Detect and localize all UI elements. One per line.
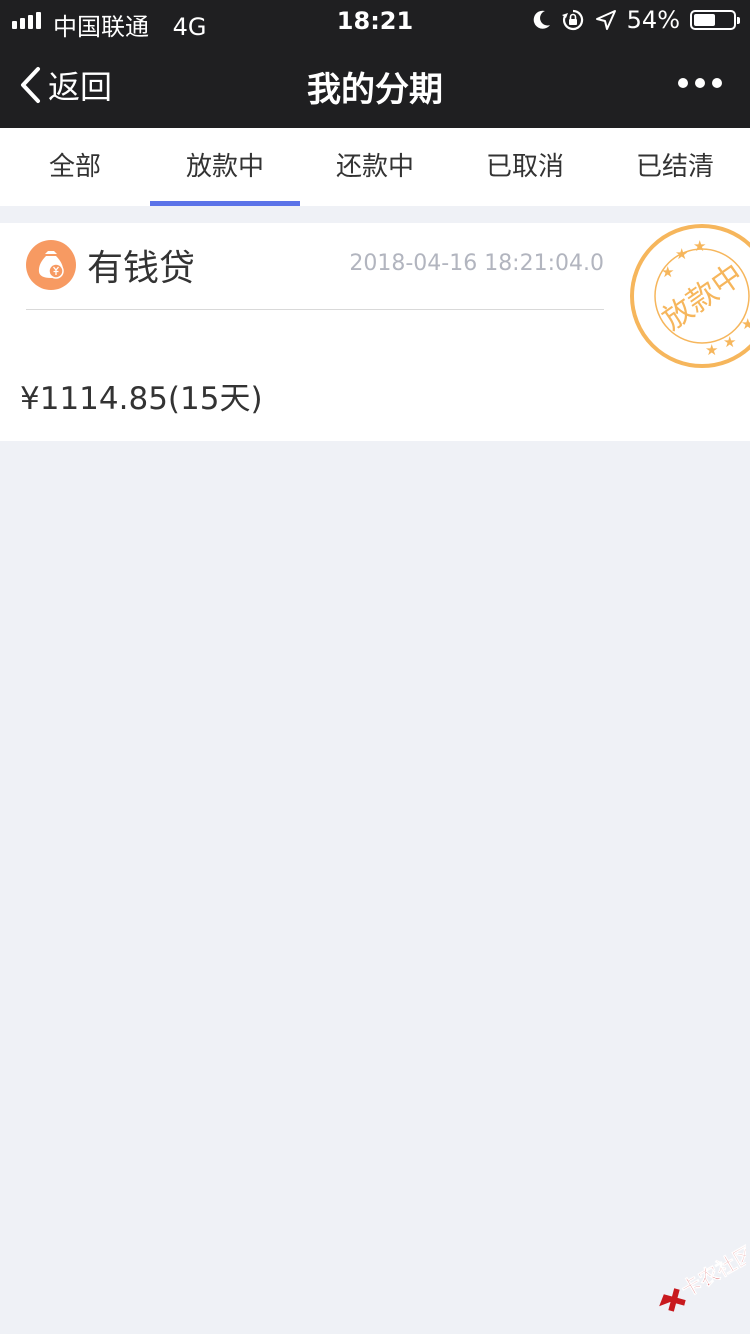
rotation-lock-icon — [561, 9, 583, 31]
tab-cancelled[interactable]: 已取消 — [450, 128, 600, 206]
tab-settled[interactable]: 已结清 — [600, 128, 750, 206]
svg-text:★: ★ — [675, 245, 688, 263]
divider — [26, 309, 604, 310]
tab-all[interactable]: 全部 — [0, 128, 150, 206]
status-bar: 中国联通 4G 18:21 54% — [0, 0, 750, 44]
svg-text:★: ★ — [705, 341, 718, 359]
watermark-logo: 卡农社区 — [659, 1241, 746, 1312]
status-indicators: 54% — [533, 6, 740, 34]
more-dot-icon — [678, 78, 688, 88]
tab-disbursing[interactable]: 放款中 — [150, 128, 300, 206]
tab-bar: 全部 放款中 还款中 已取消 已结清 — [0, 128, 750, 206]
loan-card[interactable]: 有钱贷 2018-04-16 18:21:04.0 ¥1114.85(15天) … — [0, 223, 750, 441]
product-name: 有钱贷 — [87, 248, 196, 289]
svg-text:★: ★ — [661, 263, 674, 281]
battery-icon — [690, 10, 740, 30]
svg-text:★: ★ — [741, 315, 750, 333]
more-dot-icon — [712, 78, 722, 88]
money-bag-icon — [26, 240, 76, 290]
moon-icon — [533, 10, 550, 29]
watermark-text: 卡农社区 — [677, 1241, 746, 1302]
loan-amount: ¥1114.85(15天) — [20, 381, 263, 417]
status-stamp: ★ ★ ★ ★ ★ ★ 放款中 — [630, 224, 750, 368]
page-title: 我的分期 — [307, 70, 443, 110]
battery-percent: 54% — [626, 6, 680, 34]
nav-bar: 返回 我的分期 — [0, 44, 750, 128]
svg-text:★: ★ — [693, 237, 706, 255]
more-dot-icon — [695, 78, 705, 88]
more-button[interactable] — [678, 78, 722, 88]
location-arrow-icon — [595, 10, 616, 30]
tab-repaying[interactable]: 还款中 — [300, 128, 450, 206]
svg-text:★: ★ — [723, 333, 736, 351]
loan-date: 2018-04-16 18:21:04.0 — [349, 251, 604, 276]
